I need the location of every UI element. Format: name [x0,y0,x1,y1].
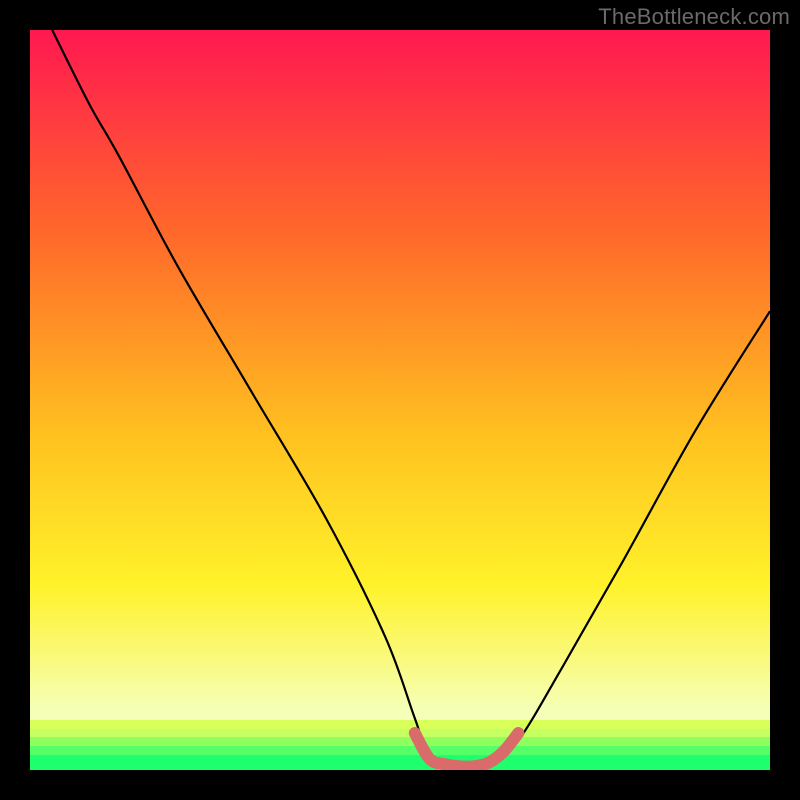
curve-line [52,30,770,769]
chart-frame: TheBottleneck.com [0,0,800,800]
highlight-line [415,733,519,767]
plot-area [30,30,770,770]
bottleneck-curve [30,30,770,770]
watermark-text: TheBottleneck.com [598,4,790,30]
